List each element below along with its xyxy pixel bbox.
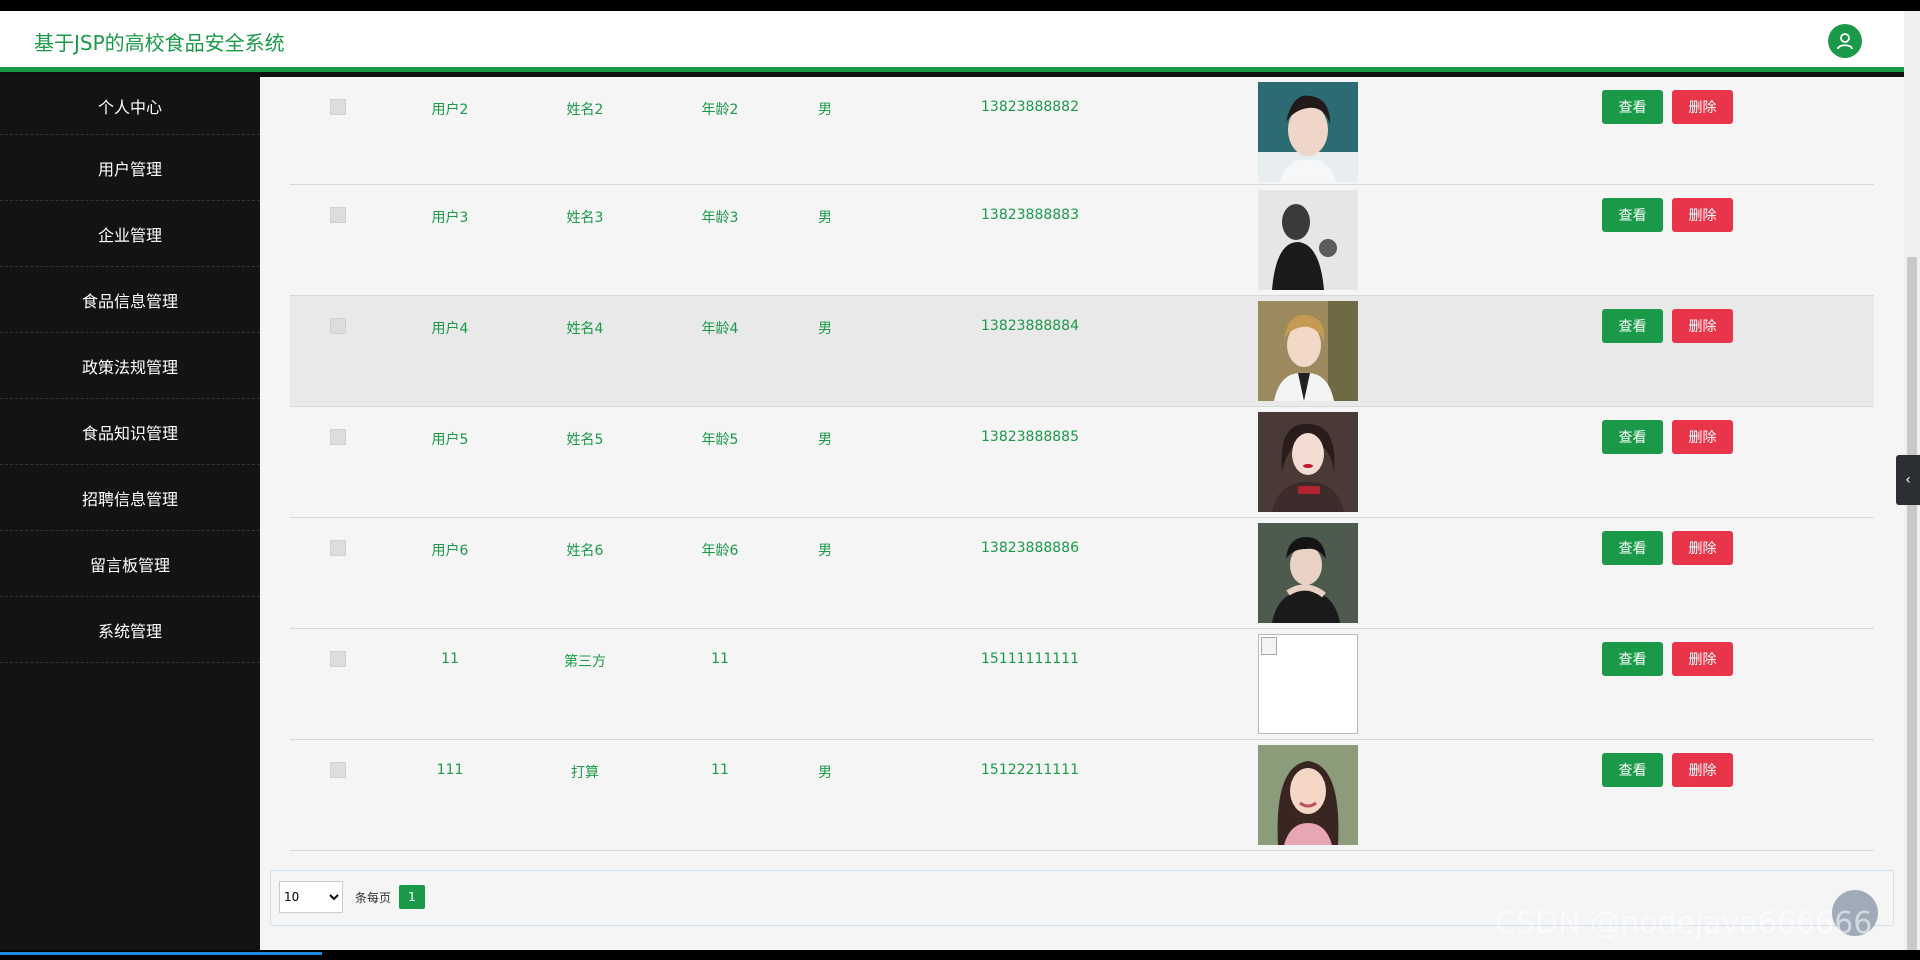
row-checkbox[interactable] — [330, 540, 346, 556]
row-checkbox[interactable] — [330, 762, 346, 778]
cell-username: 用户6 — [431, 543, 469, 559]
watermark: CSDN @nodejava666666 — [1495, 906, 1873, 941]
cell-age: 年龄3 — [701, 210, 739, 226]
user-photo — [1258, 301, 1358, 401]
sidebar-item-recruitment-management[interactable]: 招聘信息管理 — [0, 465, 260, 531]
delete-button[interactable]: 删除 — [1672, 753, 1733, 787]
row-checkbox[interactable] — [330, 651, 346, 667]
main-content: 用户2 姓名2 年龄2 男 13823888882 查看 删除 用户3 姓名3 — [260, 77, 1904, 950]
view-button[interactable]: 查看 — [1602, 753, 1663, 787]
sidebar-item-food-info-management[interactable]: 食品信息管理 — [0, 267, 260, 333]
cell-username: 111 — [436, 762, 464, 778]
cell-sex: 男 — [818, 432, 832, 448]
view-button[interactable]: 查看 — [1602, 642, 1663, 676]
window-top-strip — [0, 0, 1920, 11]
view-button[interactable]: 查看 — [1602, 531, 1663, 565]
sidebar-item-personal-center[interactable]: 个人中心 — [0, 77, 260, 135]
table-row: 用户5 姓名5 年龄5 男 13823888885 查看 删除 — [290, 407, 1874, 518]
cell-sex: 男 — [818, 102, 832, 118]
cell-age: 11 — [711, 651, 729, 667]
app-title: 基于JSP的高校食品安全系统 — [34, 31, 285, 55]
table-row: 用户2 姓名2 年龄2 男 13823888882 查看 删除 — [290, 77, 1874, 185]
cell-sex: 男 — [818, 765, 832, 781]
sidebar-item-policy-management[interactable]: 政策法规管理 — [0, 333, 260, 399]
cell-phone: 13823888884 — [981, 318, 1079, 334]
delete-button[interactable]: 删除 — [1672, 531, 1733, 565]
page-size-select[interactable]: 10 — [279, 881, 343, 913]
cell-phone: 13823888885 — [981, 429, 1079, 445]
cell-username: 用户5 — [431, 432, 469, 448]
sidebar: 个人中心 用户管理 企业管理 食品信息管理 政策法规管理 食品知识管理 招聘信息… — [0, 77, 260, 950]
user-photo — [1258, 523, 1358, 623]
row-checkbox[interactable] — [330, 318, 346, 334]
sidebar-item-enterprise-management[interactable]: 企业管理 — [0, 201, 260, 267]
table-row: 11 第三方 11 15111111111 查看 删除 — [290, 629, 1874, 740]
cell-name: 第三方 — [564, 654, 606, 670]
per-page-label: 条每页 — [355, 891, 392, 905]
cell-name: 姓名5 — [566, 432, 604, 448]
table-row: 111 打算 11 男 15122211111 查看 删除 — [290, 740, 1874, 851]
user-photo — [1258, 190, 1358, 290]
cell-age: 年龄6 — [701, 543, 739, 559]
cell-name: 姓名4 — [566, 321, 604, 337]
delete-button[interactable]: 删除 — [1672, 642, 1733, 676]
user-photo — [1258, 745, 1358, 845]
cell-username: 用户4 — [431, 321, 469, 337]
cell-sex: 男 — [818, 543, 832, 559]
sidebar-item-system-management[interactable]: 系统管理 — [0, 597, 260, 663]
cell-age: 年龄2 — [701, 102, 739, 118]
app-header: 基于JSP的高校食品安全系统 — [0, 11, 1904, 72]
table-row: 用户3 姓名3 年龄3 男 13823888883 查看 删除 — [290, 185, 1874, 296]
cell-phone: 13823888883 — [981, 207, 1079, 223]
cell-username: 11 — [441, 651, 459, 667]
cell-age: 年龄5 — [701, 432, 739, 448]
user-photo — [1258, 412, 1358, 512]
delete-button[interactable]: 删除 — [1672, 420, 1733, 454]
user-avatar-button[interactable] — [1828, 24, 1862, 58]
view-button[interactable]: 查看 — [1602, 309, 1663, 343]
delete-button[interactable]: 删除 — [1672, 198, 1733, 232]
page-button-current[interactable]: 1 — [399, 885, 425, 909]
sidebar-item-message-board-management[interactable]: 留言板管理 — [0, 531, 260, 597]
cell-sex: 男 — [818, 210, 832, 226]
cell-phone: 15122211111 — [981, 762, 1079, 778]
cell-age: 11 — [711, 762, 729, 778]
sidebar-item-user-management[interactable]: 用户管理 — [0, 135, 260, 201]
scrollbar-thumb[interactable] — [1907, 257, 1917, 950]
cell-phone: 13823888886 — [981, 540, 1079, 556]
view-button[interactable]: 查看 — [1602, 420, 1663, 454]
row-checkbox[interactable] — [330, 99, 346, 115]
table-row: 用户6 姓名6 年龄6 男 13823888886 查看 删除 — [290, 518, 1874, 629]
broken-image-icon — [1258, 634, 1358, 734]
table-row: 用户4 姓名4 年龄4 男 13823888884 查看 删除 — [290, 296, 1874, 407]
row-checkbox[interactable] — [330, 429, 346, 445]
cell-name: 姓名6 — [566, 543, 604, 559]
user-photo — [1258, 82, 1358, 182]
cell-phone: 13823888882 — [981, 99, 1079, 115]
delete-button[interactable]: 删除 — [1672, 309, 1733, 343]
progress-bar — [0, 952, 322, 955]
delete-button[interactable]: 删除 — [1672, 90, 1733, 124]
user-icon — [1837, 33, 1853, 50]
view-button[interactable]: 查看 — [1602, 90, 1663, 124]
bottom-strip — [0, 950, 1920, 960]
cell-username: 用户2 — [431, 102, 469, 118]
cell-sex: 男 — [818, 321, 832, 337]
cell-name: 打算 — [571, 765, 599, 781]
chevron-left-icon[interactable]: ‹ — [1896, 455, 1920, 505]
cell-username: 用户3 — [431, 210, 469, 226]
sidebar-item-food-knowledge-management[interactable]: 食品知识管理 — [0, 399, 260, 465]
view-button[interactable]: 查看 — [1602, 198, 1663, 232]
cell-age: 年龄4 — [701, 321, 739, 337]
cell-phone: 15111111111 — [981, 651, 1079, 667]
cell-name: 姓名2 — [566, 102, 604, 118]
row-checkbox[interactable] — [330, 207, 346, 223]
user-table: 用户2 姓名2 年龄2 男 13823888882 查看 删除 用户3 姓名3 — [290, 77, 1874, 851]
cell-name: 姓名3 — [566, 210, 604, 226]
